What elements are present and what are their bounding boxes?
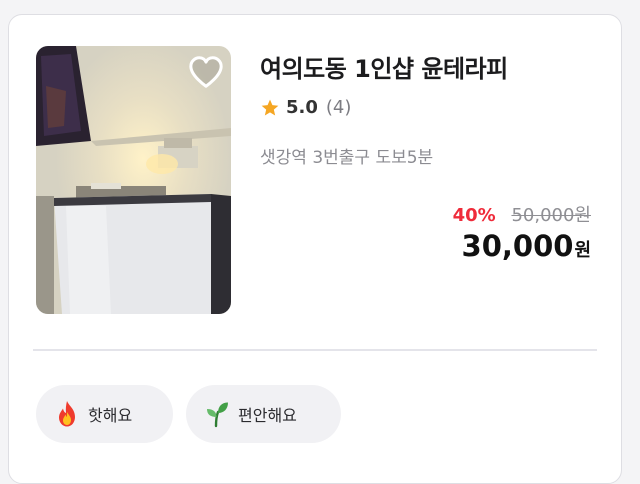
shop-name[interactable]: 여의도동 1인샵 윤테라피 xyxy=(260,49,508,84)
final-price: 30,000원 xyxy=(462,229,591,263)
discount-rate: 40% xyxy=(452,205,496,226)
price-row: 40% 50,000원 xyxy=(453,201,591,227)
tag-hot[interactable]: 핫해요 xyxy=(36,385,173,443)
original-price: 50,000원 xyxy=(511,205,591,226)
final-price-amount: 30,000 xyxy=(461,229,574,263)
shop-thumbnail[interactable] xyxy=(36,46,231,314)
divider xyxy=(33,349,597,351)
tag-calm-label: 편안해요 xyxy=(238,406,297,425)
currency-unit: 원 xyxy=(574,240,591,261)
shop-card[interactable]: 여의도동 1인샵 윤테라피 5.0 (4) 샛강역 3번출구 도보5분 40% … xyxy=(8,14,622,484)
rating-value: 5.0 xyxy=(286,97,318,118)
location-text: 샛강역 3번출구 도보5분 xyxy=(260,148,434,168)
fire-icon xyxy=(59,401,75,427)
tag-calm[interactable]: 편안해요 xyxy=(186,385,341,443)
heart-icon[interactable] xyxy=(187,54,225,90)
sprout-icon xyxy=(207,402,228,428)
rating: 5.0 (4) xyxy=(260,97,351,118)
star-icon xyxy=(261,99,279,115)
review-count: (4) xyxy=(325,97,352,118)
tag-hot-label: 핫해요 xyxy=(88,406,133,425)
